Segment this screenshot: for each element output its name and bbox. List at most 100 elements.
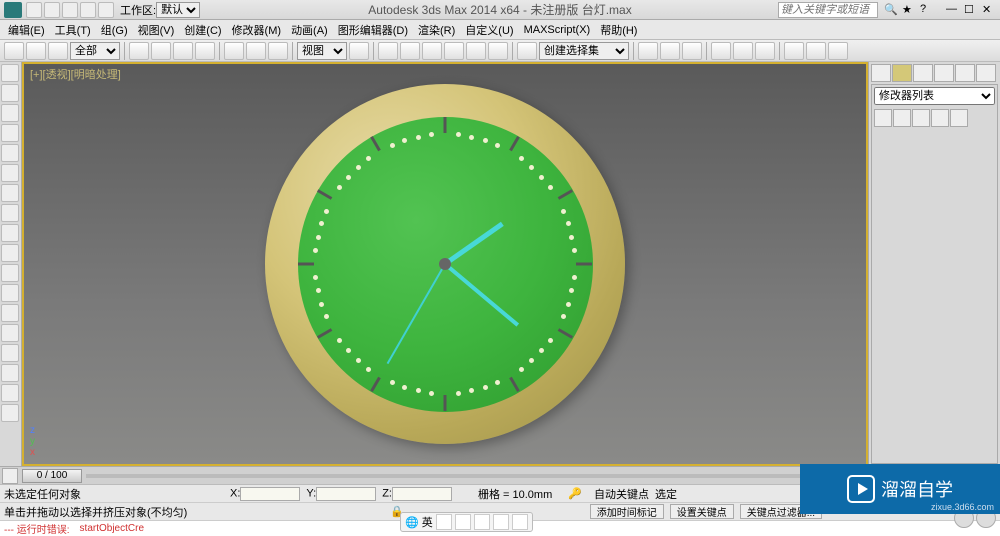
make-unique-icon[interactable] bbox=[912, 109, 930, 127]
configure-icon[interactable] bbox=[950, 109, 968, 127]
qat-redo-icon[interactable] bbox=[98, 2, 114, 18]
ltool-6-icon[interactable] bbox=[1, 164, 19, 182]
ltool-5-icon[interactable] bbox=[1, 144, 19, 162]
ltool-17-icon[interactable] bbox=[1, 384, 19, 402]
menu-render[interactable]: 渲染(R) bbox=[414, 22, 459, 38]
menu-group[interactable]: 组(G) bbox=[97, 22, 132, 38]
ltool-16-icon[interactable] bbox=[1, 364, 19, 382]
spinner-snap-icon[interactable] bbox=[488, 42, 508, 60]
menu-modifiers[interactable]: 修改器(M) bbox=[228, 22, 286, 38]
named-sel-dropdown[interactable]: 创建选择集 bbox=[539, 42, 629, 60]
ltool-18-icon[interactable] bbox=[1, 404, 19, 422]
link-icon[interactable] bbox=[48, 42, 68, 60]
ltool-3-icon[interactable] bbox=[1, 104, 19, 122]
viewport-label[interactable]: [+][透视][明暗处理] bbox=[30, 66, 121, 82]
ltool-9-icon[interactable] bbox=[1, 224, 19, 242]
ime-btn4-icon[interactable] bbox=[493, 514, 509, 530]
help-search-input[interactable] bbox=[778, 2, 878, 18]
ltool-8-icon[interactable] bbox=[1, 204, 19, 222]
render-frame-icon[interactable] bbox=[806, 42, 826, 60]
minimize-icon[interactable]: — bbox=[946, 3, 960, 17]
selected-button[interactable]: 选定 bbox=[655, 486, 677, 502]
ref-coord-dropdown[interactable]: 视图 bbox=[297, 42, 347, 60]
move-icon[interactable] bbox=[224, 42, 244, 60]
modifier-list-dropdown[interactable]: 修改器列表 bbox=[874, 87, 995, 105]
qat-save-icon[interactable] bbox=[62, 2, 78, 18]
menu-maxscript[interactable]: MAXScript(X) bbox=[520, 24, 595, 36]
ltool-1-icon[interactable] bbox=[1, 64, 19, 82]
window-crossing-icon[interactable] bbox=[195, 42, 215, 60]
modify-tab-icon[interactable] bbox=[892, 64, 912, 82]
menu-create[interactable]: 创建(C) bbox=[180, 22, 225, 38]
utilities-tab-icon[interactable] bbox=[976, 64, 996, 82]
coord-z-input[interactable] bbox=[392, 487, 452, 501]
render-setup-icon[interactable] bbox=[784, 42, 804, 60]
ltool-15-icon[interactable] bbox=[1, 344, 19, 362]
ltool-2-icon[interactable] bbox=[1, 84, 19, 102]
material-editor-icon[interactable] bbox=[755, 42, 775, 60]
redo-icon[interactable] bbox=[26, 42, 46, 60]
edit-named-sel-icon[interactable] bbox=[517, 42, 537, 60]
scale-icon[interactable] bbox=[268, 42, 288, 60]
align-icon[interactable] bbox=[660, 42, 680, 60]
ltool-4-icon[interactable] bbox=[1, 124, 19, 142]
display-tab-icon[interactable] bbox=[955, 64, 975, 82]
favorites-icon[interactable]: ★ bbox=[902, 3, 916, 17]
angle-snap-icon[interactable] bbox=[444, 42, 464, 60]
workspace-dropdown[interactable]: 默认 bbox=[156, 2, 200, 18]
close-icon[interactable]: ✕ bbox=[982, 3, 996, 17]
auto-key-button[interactable]: 自动关键点 bbox=[594, 486, 649, 502]
ime-btn2-icon[interactable] bbox=[455, 514, 471, 530]
qat-new-icon[interactable] bbox=[26, 2, 42, 18]
menu-customize[interactable]: 自定义(U) bbox=[461, 22, 517, 38]
show-end-icon[interactable] bbox=[893, 109, 911, 127]
qat-undo-icon[interactable] bbox=[80, 2, 96, 18]
ime-toolbar[interactable]: 🌐 英 bbox=[400, 512, 533, 532]
menu-edit[interactable]: 编辑(E) bbox=[4, 22, 49, 38]
layer-icon[interactable] bbox=[682, 42, 702, 60]
time-config-icon[interactable] bbox=[2, 468, 18, 484]
menu-graph[interactable]: 图形编辑器(D) bbox=[334, 22, 412, 38]
coord-y-input[interactable] bbox=[316, 487, 376, 501]
coord-x-input[interactable] bbox=[240, 487, 300, 501]
curve-editor-icon[interactable] bbox=[711, 42, 731, 60]
help-icon[interactable]: ? bbox=[920, 3, 934, 17]
ime-btn3-icon[interactable] bbox=[474, 514, 490, 530]
ime-lang[interactable]: 英 bbox=[422, 514, 433, 530]
ltool-11-icon[interactable] bbox=[1, 264, 19, 282]
ime-btn1-icon[interactable] bbox=[436, 514, 452, 530]
hierarchy-tab-icon[interactable] bbox=[913, 64, 933, 82]
menu-help[interactable]: 帮助(H) bbox=[596, 22, 641, 38]
remove-mod-icon[interactable] bbox=[931, 109, 949, 127]
ime-globe-icon[interactable]: 🌐 bbox=[405, 516, 419, 529]
select-rect-icon[interactable] bbox=[173, 42, 193, 60]
menu-animation[interactable]: 动画(A) bbox=[287, 22, 332, 38]
snap-icon[interactable] bbox=[422, 42, 442, 60]
manipulate-icon[interactable] bbox=[378, 42, 398, 60]
motion-tab-icon[interactable] bbox=[934, 64, 954, 82]
pivot-icon[interactable] bbox=[349, 42, 369, 60]
create-tab-icon[interactable] bbox=[871, 64, 891, 82]
select-icon[interactable] bbox=[129, 42, 149, 60]
rotate-icon[interactable] bbox=[246, 42, 266, 60]
maximize-icon[interactable]: ☐ bbox=[964, 3, 978, 17]
select-name-icon[interactable] bbox=[151, 42, 171, 60]
render-icon[interactable] bbox=[828, 42, 848, 60]
menu-tools[interactable]: 工具(T) bbox=[51, 22, 95, 38]
ltool-13-icon[interactable] bbox=[1, 304, 19, 322]
add-time-tag-button[interactable]: 添加时间标记 bbox=[590, 504, 664, 519]
mirror-icon[interactable] bbox=[638, 42, 658, 60]
qat-open-icon[interactable] bbox=[44, 2, 60, 18]
selection-filter-dropdown[interactable]: 全部 bbox=[70, 42, 120, 60]
undo-icon[interactable] bbox=[4, 42, 24, 60]
ltool-12-icon[interactable] bbox=[1, 284, 19, 302]
ltool-7-icon[interactable] bbox=[1, 184, 19, 202]
time-slider-thumb[interactable]: 0 / 100 bbox=[22, 469, 82, 483]
perspective-viewport[interactable]: [+][透视][明暗处理] zyx bbox=[22, 62, 868, 466]
info-center-icon[interactable]: 🔍 bbox=[884, 3, 898, 17]
set-key-button[interactable]: 设置关键点 bbox=[670, 504, 734, 519]
ltool-14-icon[interactable] bbox=[1, 324, 19, 342]
percent-snap-icon[interactable] bbox=[466, 42, 486, 60]
ime-btn5-icon[interactable] bbox=[512, 514, 528, 530]
menu-views[interactable]: 视图(V) bbox=[134, 22, 179, 38]
